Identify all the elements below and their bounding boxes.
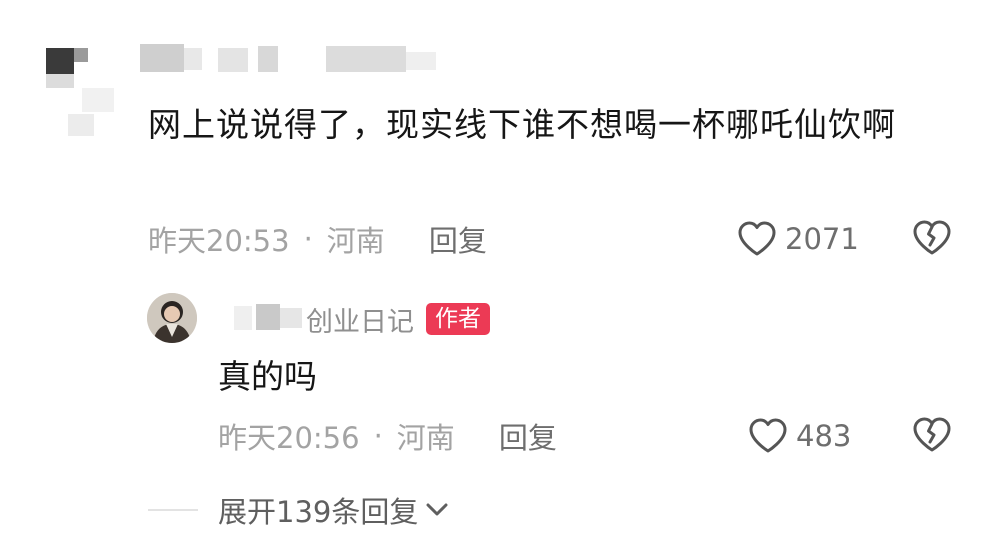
- reply-time: 昨天20:56: [218, 421, 360, 455]
- reply-like-count: 483: [796, 419, 852, 453]
- reply-reply-button[interactable]: 回复: [499, 415, 557, 457]
- reply-meta: 昨天20:56 · 河南 回复: [218, 416, 557, 456]
- comment-like-count: 2071: [785, 222, 859, 256]
- comment-dislike-button[interactable]: [912, 219, 952, 259]
- comment-text: 网上说说得了，现实线下谁不想喝一杯哪吒仙饮啊: [148, 105, 896, 144]
- meta-separator: ·: [373, 419, 383, 453]
- heart-icon: [749, 418, 787, 453]
- comment-like-button[interactable]: 2071: [737, 219, 859, 259]
- meta-separator: ·: [303, 222, 313, 256]
- reply-dislike-button[interactable]: [912, 416, 952, 456]
- author-badge: 作者: [426, 303, 490, 335]
- comment-meta: 昨天20:53 · 河南 回复: [148, 219, 487, 259]
- expand-replies-button[interactable]: 展开139条回复: [218, 488, 450, 532]
- expand-divider: [148, 509, 198, 511]
- expand-replies-label: 展开139条回复: [218, 495, 419, 529]
- redacted-author-prefix: [222, 302, 312, 334]
- chevron-down-icon: [426, 503, 448, 516]
- author-avatar[interactable]: [147, 293, 197, 343]
- comment-reply-button[interactable]: 回复: [429, 218, 487, 260]
- reply-location: 河南: [396, 421, 455, 455]
- heart-icon: [738, 221, 776, 256]
- author-name[interactable]: 创业日记: [306, 300, 414, 339]
- author-line: 创业日记 作者: [222, 298, 490, 340]
- reply-like-button[interactable]: 483: [748, 416, 851, 456]
- comment-time: 昨天20:53: [148, 224, 290, 258]
- broken-heart-icon: [913, 220, 951, 255]
- redacted-avatar[interactable]: [38, 40, 128, 140]
- redacted-username: [140, 44, 440, 78]
- broken-heart-icon: [913, 417, 951, 452]
- reply-text: 真的吗: [218, 357, 317, 396]
- comment-location: 河南: [326, 224, 385, 258]
